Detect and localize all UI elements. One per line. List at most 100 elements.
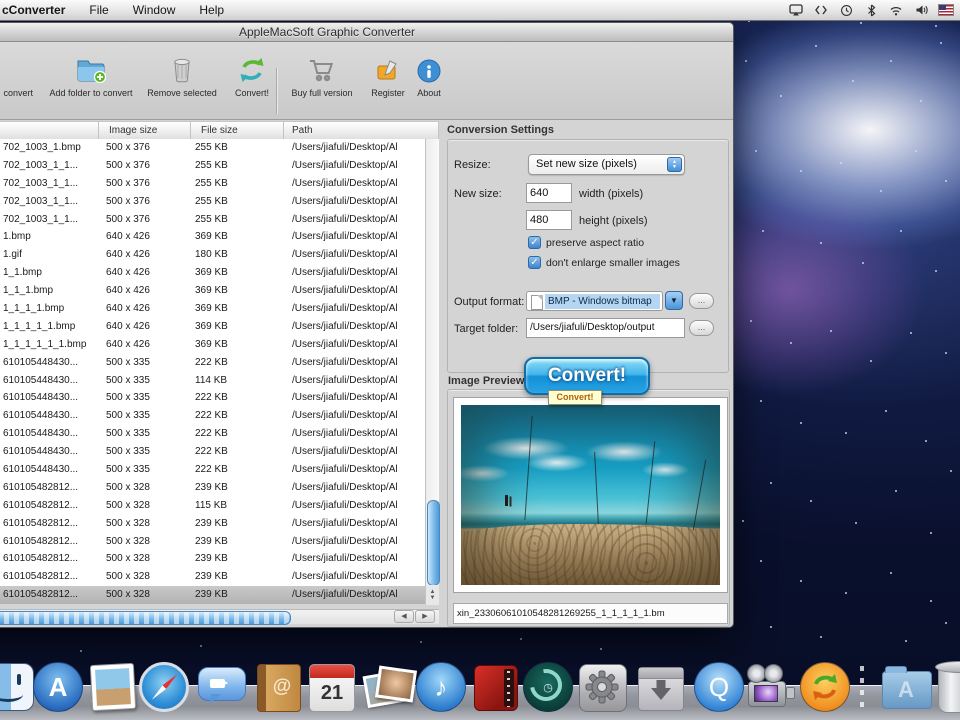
table-row[interactable]: 1_1.bmp 640 x 426 369 KB /Users/jiafuli/…	[0, 264, 439, 283]
target-folder-browse-button[interactable]: ...	[689, 320, 714, 336]
app-menu[interactable]: cConverter	[0, 0, 77, 20]
preview-photo	[461, 405, 720, 585]
cell-image-size: 500 x 328	[106, 517, 150, 529]
itunes-dock-icon[interactable]: ♪	[415, 661, 467, 713]
cell-path: /Users/jiafuli/Desktop/Al	[292, 356, 398, 368]
cell-filename: 1_1_1_1.bmp	[3, 303, 65, 315]
installer-box-dock-icon[interactable]	[634, 661, 686, 713]
add-files-button[interactable]: convert	[0, 52, 33, 110]
table-row[interactable]: 610105448430... 500 x 335 222 KB /Users/…	[0, 389, 439, 408]
table-row[interactable]: 702_1003_1.bmp 500 x 376 255 KB /Users/j…	[0, 139, 439, 157]
trash-dock-icon[interactable]	[935, 661, 960, 713]
movie-camera-dock-icon[interactable]	[744, 661, 796, 713]
column-header-name[interactable]	[0, 122, 99, 140]
preview-dock-icon[interactable]	[87, 661, 139, 713]
clock-icon[interactable]	[838, 3, 854, 17]
height-field[interactable]: 480	[526, 210, 572, 230]
table-row[interactable]: 610105482812... 500 x 328 239 KB /Users/…	[0, 586, 439, 604]
time-machine-dock-icon[interactable]: ◷	[522, 661, 574, 713]
menu-file[interactable]: File	[77, 0, 120, 20]
cell-image-size: 500 x 328	[106, 535, 150, 547]
width-field[interactable]: 640	[526, 183, 572, 203]
menu-help[interactable]: Help	[187, 0, 236, 20]
convert-button[interactable]: Convert!	[222, 52, 282, 110]
table-row[interactable]: 610105482812... 500 x 328 239 KB /Users/…	[0, 550, 439, 569]
address-book-dock-icon[interactable]: @	[252, 661, 304, 713]
cell-image-size: 500 x 376	[106, 195, 150, 207]
horizontal-scrollbar[interactable]	[0, 609, 439, 625]
cell-filename: 702_1003_1.bmp	[3, 142, 81, 153]
preview-filename: xin_23306061010548281269255_1_1_1_1_1.bm	[453, 603, 728, 624]
vertical-scrollbar-arrows[interactable]: ▲ ▼	[425, 585, 439, 605]
system-preferences-dock-icon[interactable]	[576, 661, 628, 713]
horizontal-scrollbar-thumb[interactable]	[0, 611, 291, 625]
vertical-scrollbar-thumb[interactable]	[427, 500, 440, 586]
finder-dock-icon[interactable]	[0, 661, 36, 713]
column-header-image-size[interactable]: Image size	[99, 122, 191, 140]
ical-dock-icon[interactable]: 21	[305, 661, 357, 713]
dont-enlarge-checkbox[interactable]: ✓	[528, 256, 541, 269]
table-row[interactable]: 610105482812... 500 x 328 239 KB /Users/…	[0, 478, 439, 497]
table-row[interactable]: 610105448430... 500 x 335 222 KB /Users/…	[0, 443, 439, 462]
cell-filename: 610105482812...	[3, 589, 79, 601]
applications-folder-dock-icon[interactable]: A	[880, 661, 932, 713]
output-format-browse-button[interactable]: ...	[689, 293, 714, 309]
table-row[interactable]: 610105448430... 500 x 335 222 KB /Users/…	[0, 353, 439, 372]
table-row[interactable]: 610105482812... 500 x 328 115 KB /Users/…	[0, 496, 439, 515]
cell-image-size: 640 x 426	[106, 338, 150, 350]
output-format-label: Output format:	[454, 296, 525, 308]
cell-path: /Users/jiafuli/Desktop/Al	[292, 231, 398, 243]
table-row[interactable]: 610105448430... 500 x 335 222 KB /Users/…	[0, 407, 439, 426]
buy-full-version-button[interactable]: Buy full version	[282, 52, 362, 110]
column-header-path[interactable]: Path	[284, 122, 439, 140]
dvd-player-dock-icon[interactable]	[469, 661, 521, 713]
cell-filename: 610105482812...	[3, 517, 79, 529]
table-row[interactable]: 610105448430... 500 x 335 222 KB /Users/…	[0, 461, 439, 479]
table-row[interactable]: 702_1003_1_1... 500 x 376 255 KB /Users/…	[0, 156, 439, 175]
horizontal-scrollbar-arrows[interactable]: ◀ ▶	[394, 610, 436, 623]
safari-dock-icon[interactable]	[138, 661, 190, 713]
wifi-icon[interactable]	[888, 3, 904, 17]
cell-file-size: 239 KB	[195, 571, 228, 583]
menu-status-area	[788, 0, 954, 20]
cell-file-size: 369 KB	[195, 285, 228, 297]
table-row[interactable]: 610105448430... 500 x 335 114 KB /Users/…	[0, 371, 439, 390]
vertical-scrollbar[interactable]	[425, 139, 440, 586]
table-row[interactable]: 702_1003_1_1... 500 x 376 255 KB /Users/…	[0, 174, 439, 193]
table-row[interactable]: 1.bmp 640 x 426 369 KB /Users/jiafuli/De…	[0, 228, 439, 247]
resize-dropdown[interactable]: Set new size (pixels) ▲ ▼	[528, 154, 685, 175]
preserve-aspect-checkbox[interactable]: ✓	[528, 236, 541, 249]
cell-path: /Users/jiafuli/Desktop/Al	[292, 571, 398, 583]
quicktime-dock-icon[interactable]: Q	[693, 661, 745, 713]
table-row[interactable]: 1_1_1_1.bmp 640 x 426 369 KB /Users/jiaf…	[0, 300, 439, 318]
table-row[interactable]: 1_1_1_1_1_1.bmp 640 x 426 369 KB /Users/…	[0, 335, 439, 354]
bluetooth-icon[interactable]	[863, 3, 879, 17]
table-row[interactable]: 610105482812... 500 x 328 239 KB /Users/…	[0, 532, 439, 551]
menu-window[interactable]: Window	[121, 0, 188, 20]
brackets-icon[interactable]	[813, 3, 829, 17]
table-row[interactable]: 610105482812... 500 x 328 239 KB /Users/…	[0, 514, 439, 533]
table-row[interactable]: 1_1_1_1_1.bmp 640 x 426 369 KB /Users/ji…	[0, 317, 439, 336]
remove-selected-button[interactable]: Remove selected	[132, 52, 232, 110]
volume-icon[interactable]	[913, 3, 929, 17]
table-row[interactable]: 1.gif 640 x 426 180 KB /Users/jiafuli/De…	[0, 246, 439, 265]
column-header-file-size[interactable]: File size	[191, 122, 284, 140]
table-row[interactable]: 610105482812... 500 x 328 239 KB /Users/…	[0, 568, 439, 587]
ichat-dock-icon[interactable]	[195, 661, 247, 713]
output-format-dropdown-button[interactable]: ▼	[665, 291, 683, 310]
cell-path: /Users/jiafuli/Desktop/Al	[292, 249, 398, 261]
output-format-combo[interactable]: BMP - Windows bitmap	[526, 291, 663, 311]
window-titlebar[interactable]: AppleMacSoft Graphic Converter	[0, 23, 733, 42]
table-row[interactable]: 702_1003_1_1... 500 x 376 255 KB /Users/…	[0, 210, 439, 229]
table-row[interactable]: 702_1003_1_1... 500 x 376 255 KB /Users/…	[0, 192, 439, 211]
table-row[interactable]: 610105448430... 500 x 335 222 KB /Users/…	[0, 425, 439, 444]
photo-booth-dock-icon[interactable]	[361, 661, 418, 713]
us-flag-icon[interactable]	[938, 3, 954, 17]
cell-image-size: 500 x 335	[106, 446, 150, 458]
table-row[interactable]: 1_1_1.bmp 640 x 426 369 KB /Users/jiaful…	[0, 282, 439, 301]
graphic-converter-dock-icon[interactable]	[799, 661, 851, 713]
airplay-icon[interactable]	[788, 3, 804, 17]
app-store-dock-icon[interactable]: A	[32, 661, 84, 713]
target-folder-field[interactable]: /Users/jiafuli/Desktop/output	[526, 318, 685, 338]
about-button[interactable]: About	[404, 52, 454, 110]
